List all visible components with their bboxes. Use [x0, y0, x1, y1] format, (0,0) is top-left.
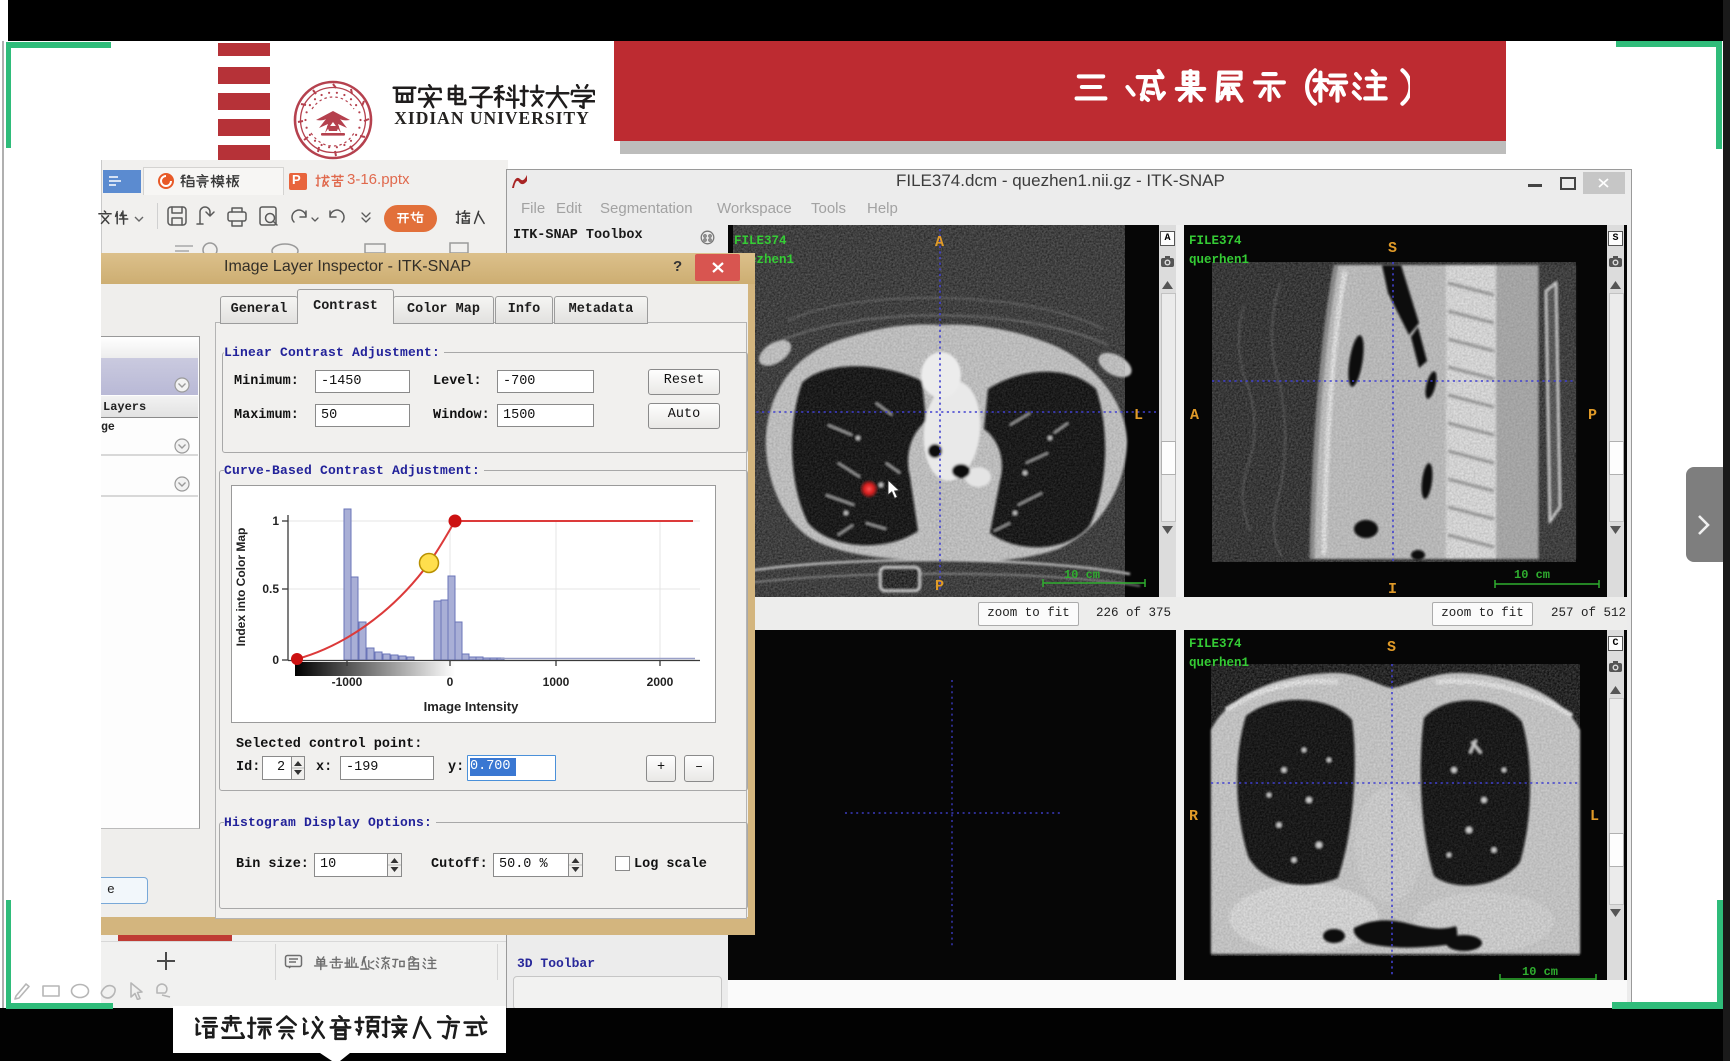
svg-text:0: 0 — [447, 675, 454, 689]
svg-text:A: A — [935, 234, 944, 251]
svg-text:I: I — [1388, 581, 1397, 597]
svg-text:S: S — [1387, 639, 1396, 656]
svg-text:0: 0 — [272, 653, 279, 667]
svg-text:P: P — [935, 578, 944, 595]
svg-text:P: P — [1588, 407, 1597, 424]
svg-text:FILE374: FILE374 — [734, 234, 787, 248]
svg-text:0.5: 0.5 — [262, 582, 279, 596]
svg-text:L: L — [1590, 808, 1599, 825]
svg-text:-1000: -1000 — [332, 675, 363, 689]
svg-text:R: R — [1189, 808, 1198, 825]
svg-text:querhen1: querhen1 — [1189, 253, 1249, 267]
svg-text:L: L — [1134, 407, 1143, 424]
svg-text:10 cm: 10 cm — [1514, 568, 1550, 582]
svg-text:2000: 2000 — [647, 675, 674, 689]
svg-text:FILE374: FILE374 — [1189, 637, 1242, 651]
svg-text:FILE374: FILE374 — [1189, 234, 1242, 248]
svg-text:querhen1: querhen1 — [1189, 656, 1249, 670]
svg-text:S: S — [1388, 240, 1397, 257]
svg-text:10 cm: 10 cm — [1064, 568, 1100, 582]
svg-text:10 cm: 10 cm — [1522, 965, 1558, 979]
svg-text:A: A — [1190, 407, 1199, 424]
svg-text:Image Intensity: Image Intensity — [424, 699, 519, 714]
svg-text:Index into Color Map: Index into Color Map — [234, 528, 248, 647]
svg-text:1: 1 — [272, 514, 279, 528]
svg-text:1000: 1000 — [543, 675, 570, 689]
